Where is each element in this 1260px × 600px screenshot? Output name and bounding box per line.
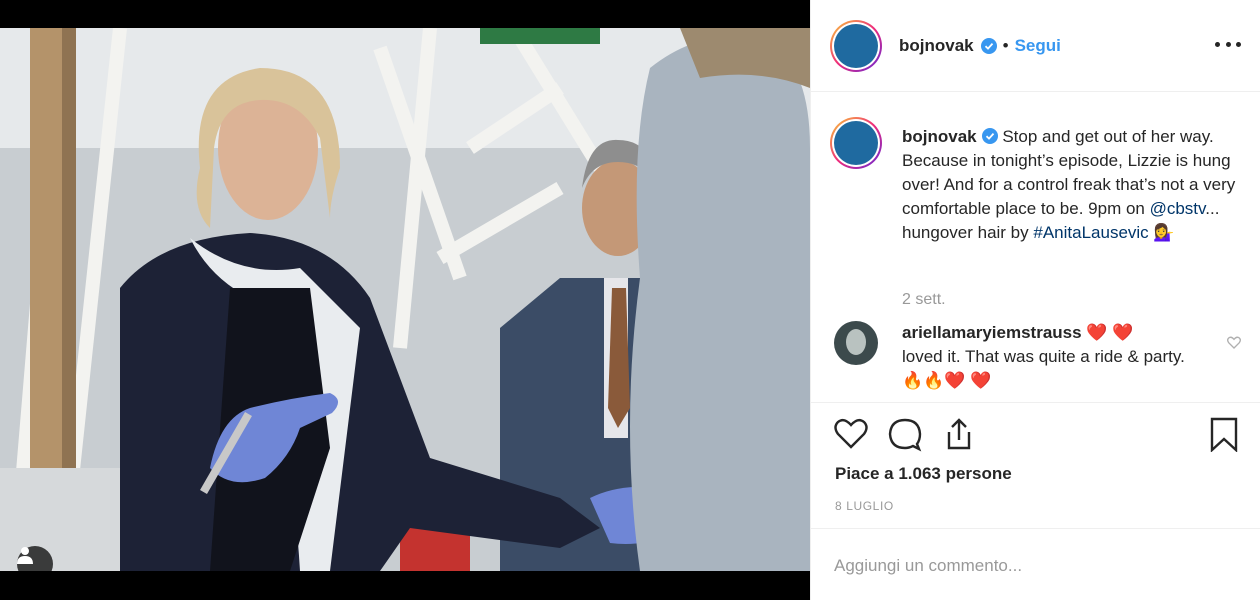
comment-input[interactable] — [834, 553, 1234, 579]
commenter-avatar[interactable] — [834, 321, 878, 365]
more-options-icon[interactable] — [1215, 34, 1241, 54]
post-photo[interactable] — [0, 28, 810, 571]
mention-link[interactable]: @cbstv — [1150, 199, 1206, 218]
add-comment-form — [811, 528, 1260, 600]
hashtag-link[interactable]: #AnitaLausevic — [1033, 223, 1148, 242]
caption-text: bojnovak Stop and get out of her way. Be… — [902, 125, 1242, 245]
verified-badge-icon — [981, 128, 998, 144]
caption-timestamp[interactable]: 2 sett. — [902, 291, 946, 309]
post-header: bojnovak • Segui — [811, 0, 1260, 92]
photo-illustration — [0, 28, 810, 571]
likes-count[interactable]: Piace a 1.063 persone — [835, 464, 1012, 484]
post-date[interactable]: 8 LUGLIO — [835, 499, 894, 513]
share-icon[interactable] — [941, 416, 977, 452]
comment-text: ariellamaryiemstrauss ❤️ ❤️ loved it. Th… — [902, 321, 1202, 393]
commenter-username-emoji: ❤️ ❤️ — [1086, 323, 1134, 342]
action-bar — [833, 416, 1243, 456]
caption-avatar[interactable] — [830, 117, 882, 169]
bookmark-icon[interactable] — [1206, 416, 1242, 452]
commenter-username[interactable]: ariellamaryiemstrauss — [902, 323, 1082, 342]
heart-outline-icon[interactable] — [833, 416, 869, 452]
author-avatar[interactable] — [830, 19, 882, 72]
post-media[interactable] — [0, 0, 810, 600]
separator-dot: • — [1002, 35, 1009, 55]
verified-badge-icon — [980, 37, 997, 54]
caption-emoji: 💁‍♀️ — [1153, 223, 1175, 242]
follow-button[interactable]: Segui — [1015, 36, 1061, 56]
comment-like-heart-icon[interactable] — [1226, 334, 1242, 350]
user-tag-icon — [17, 547, 33, 564]
caption-username[interactable]: bojnovak — [902, 127, 977, 146]
post-details-panel: bojnovak • Segui bojnovak Stop and get o… — [810, 0, 1260, 600]
author-username[interactable]: bojnovak — [899, 36, 974, 56]
comments-section: bojnovak Stop and get out of her way. Be… — [811, 93, 1260, 403]
speech-bubble-icon[interactable] — [887, 416, 923, 452]
comment-body: loved it. That was quite a ride & party.… — [902, 347, 1185, 390]
